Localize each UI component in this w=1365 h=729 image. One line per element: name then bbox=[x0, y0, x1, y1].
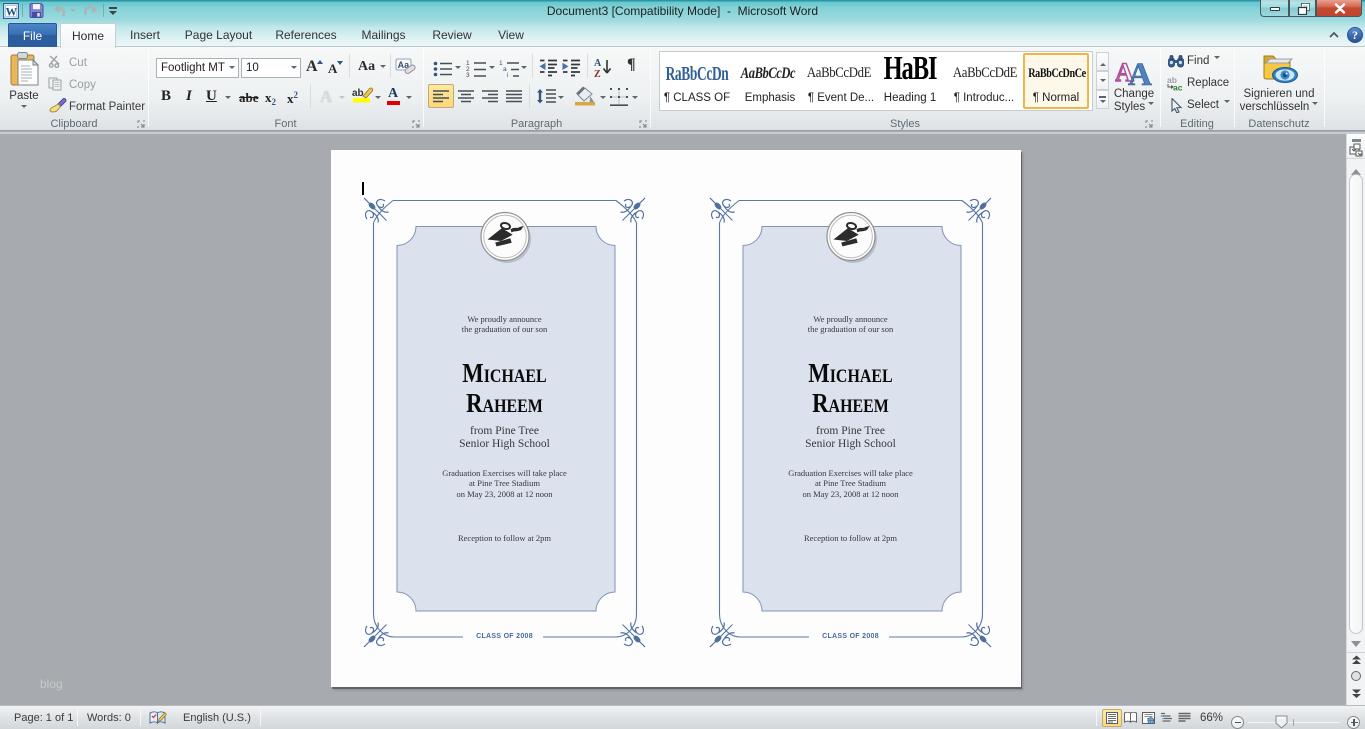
svg-text:3: 3 bbox=[466, 72, 470, 78]
svg-text:A: A bbox=[594, 58, 602, 69]
svg-text:W: W bbox=[6, 7, 18, 19]
svg-text:ac: ac bbox=[1173, 83, 1183, 92]
svg-text:A: A bbox=[1128, 57, 1152, 86]
svg-text:i: i bbox=[507, 72, 508, 78]
svg-text:ab: ab bbox=[352, 88, 364, 99]
svg-text:Z: Z bbox=[594, 69, 601, 79]
